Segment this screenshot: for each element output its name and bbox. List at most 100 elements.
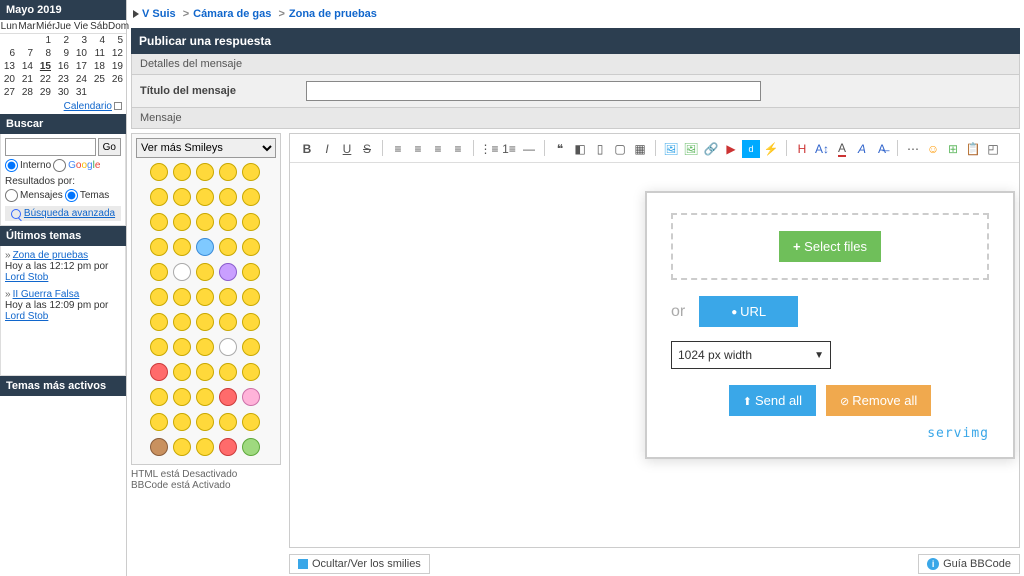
smiley-icon[interactable] bbox=[196, 388, 214, 406]
align-center-button[interactable]: ≡ bbox=[409, 140, 427, 158]
smiley-icon[interactable] bbox=[242, 163, 260, 181]
smiley-icon[interactable] bbox=[173, 388, 191, 406]
paste-button[interactable]: 📋 bbox=[964, 140, 982, 158]
bc-link[interactable]: Zona de pruebas bbox=[289, 8, 377, 20]
smiley-icon[interactable] bbox=[196, 188, 214, 206]
toggle-smilies-button[interactable]: Ocultar/Ver los smilies bbox=[289, 554, 430, 574]
bold-button[interactable]: B bbox=[298, 140, 316, 158]
smiley-icon[interactable] bbox=[150, 438, 168, 456]
fontfamily-button[interactable]: A bbox=[853, 140, 871, 158]
topic-link[interactable]: Zona de pruebas bbox=[13, 250, 89, 261]
smiley-icon[interactable] bbox=[242, 313, 260, 331]
title-input[interactable] bbox=[306, 81, 761, 101]
smiley-icon[interactable] bbox=[150, 238, 168, 256]
bc-link[interactable]: Cámara de gas bbox=[193, 8, 271, 20]
hr-button[interactable]: — bbox=[520, 140, 538, 158]
smiley-icon[interactable] bbox=[196, 338, 214, 356]
url-button[interactable]: URL bbox=[699, 296, 798, 327]
more-button[interactable]: ⋯ bbox=[904, 140, 922, 158]
calendar-link[interactable]: Calendario bbox=[64, 101, 112, 112]
smiley-icon[interactable] bbox=[219, 413, 237, 431]
topic-link[interactable]: II Guerra Falsa bbox=[13, 289, 80, 300]
date-button[interactable]: ⊞ bbox=[944, 140, 962, 158]
smiley-icon[interactable] bbox=[196, 288, 214, 306]
smiley-icon[interactable] bbox=[196, 213, 214, 231]
smiley-icon[interactable] bbox=[242, 338, 260, 356]
results-topics[interactable] bbox=[65, 189, 78, 202]
smiley-icon[interactable] bbox=[219, 338, 237, 356]
search-scope-interno[interactable] bbox=[5, 159, 18, 172]
hidden-button[interactable]: ▢ bbox=[611, 140, 629, 158]
smiley-icon[interactable] bbox=[242, 238, 260, 256]
select-files-button[interactable]: Select files bbox=[779, 231, 881, 262]
smiley-icon[interactable] bbox=[219, 188, 237, 206]
results-messages[interactable] bbox=[5, 189, 18, 202]
search-scope-google[interactable] bbox=[53, 159, 66, 172]
smiley-icon[interactable] bbox=[219, 438, 237, 456]
list-ul-button[interactable]: ⋮≡ bbox=[480, 140, 498, 158]
smiley-icon[interactable] bbox=[219, 163, 237, 181]
bc-link[interactable]: V Suis bbox=[142, 8, 176, 20]
list-ol-button[interactable]: 1≡ bbox=[500, 140, 518, 158]
bbcode-guide-button[interactable]: iGuía BBCode bbox=[918, 554, 1020, 574]
smiley-icon[interactable] bbox=[242, 288, 260, 306]
smiley-icon[interactable] bbox=[173, 438, 191, 456]
smiley-icon[interactable] bbox=[173, 238, 191, 256]
smiley-icon[interactable] bbox=[219, 213, 237, 231]
align-justify-button[interactable]: ≡ bbox=[449, 140, 467, 158]
code-button[interactable]: ◧ bbox=[571, 140, 589, 158]
host-image-button[interactable]: 🖼 bbox=[662, 140, 680, 158]
smiley-icon[interactable] bbox=[242, 263, 260, 281]
smiley-icon[interactable] bbox=[196, 263, 214, 281]
italic-button[interactable]: I bbox=[318, 140, 336, 158]
smiley-icon[interactable] bbox=[150, 263, 168, 281]
go-button[interactable]: Go bbox=[98, 138, 121, 156]
smiley-icon[interactable] bbox=[150, 213, 168, 231]
smiley-icon[interactable] bbox=[173, 163, 191, 181]
smiley-icon[interactable] bbox=[173, 288, 191, 306]
smiley-icon[interactable] bbox=[173, 213, 191, 231]
smiley-icon[interactable] bbox=[150, 163, 168, 181]
user-link[interactable]: Lord Stob bbox=[5, 272, 48, 283]
quote-button[interactable]: ❝ bbox=[551, 140, 569, 158]
smiley-icon[interactable] bbox=[150, 338, 168, 356]
emoji-button[interactable]: ☺ bbox=[924, 140, 942, 158]
smiley-icon[interactable] bbox=[242, 388, 260, 406]
width-select[interactable]: 1024 px width▼ bbox=[671, 341, 831, 369]
smiley-icon[interactable] bbox=[242, 438, 260, 456]
advanced-search-link[interactable]: Búsqueda avanzada bbox=[24, 208, 115, 219]
smiley-icon[interactable] bbox=[173, 338, 191, 356]
smiley-icon[interactable] bbox=[219, 363, 237, 381]
smiley-icon[interactable] bbox=[150, 313, 168, 331]
link-button[interactable]: 🔗 bbox=[702, 140, 720, 158]
smiley-icon[interactable] bbox=[219, 263, 237, 281]
youtube-button[interactable]: ▶ bbox=[722, 140, 740, 158]
header-button[interactable]: H bbox=[793, 140, 811, 158]
smiley-icon[interactable] bbox=[173, 363, 191, 381]
remove-all-button[interactable]: ⊘ Remove all bbox=[826, 385, 931, 416]
table-button[interactable]: ▦ bbox=[631, 140, 649, 158]
spoiler-button[interactable]: ▯ bbox=[591, 140, 609, 158]
smiley-icon[interactable] bbox=[173, 263, 191, 281]
smiley-icon[interactable] bbox=[242, 413, 260, 431]
dailymotion-button[interactable]: d bbox=[742, 140, 760, 158]
smiley-icon[interactable] bbox=[196, 413, 214, 431]
smiley-icon[interactable] bbox=[219, 388, 237, 406]
removefmt-button[interactable]: A̶ bbox=[873, 140, 891, 158]
smiley-icon[interactable] bbox=[196, 363, 214, 381]
smiley-icon[interactable] bbox=[196, 313, 214, 331]
smiley-icon[interactable] bbox=[173, 413, 191, 431]
smiley-icon[interactable] bbox=[150, 363, 168, 381]
smiley-icon[interactable] bbox=[150, 413, 168, 431]
editor-body[interactable]: Select files or URL 1024 px width▼ ⬆ Sen… bbox=[290, 163, 1019, 547]
strike-button[interactable]: S bbox=[358, 140, 376, 158]
align-left-button[interactable]: ≡ bbox=[389, 140, 407, 158]
user-link[interactable]: Lord Stob bbox=[5, 311, 48, 322]
dropzone[interactable]: Select files bbox=[671, 213, 989, 280]
smiley-icon[interactable] bbox=[196, 438, 214, 456]
smiley-icon[interactable] bbox=[242, 213, 260, 231]
fontsize-button[interactable]: A↕ bbox=[813, 140, 831, 158]
image-button[interactable]: 🖼 bbox=[682, 140, 700, 158]
smiley-icon[interactable] bbox=[173, 188, 191, 206]
smiley-icon[interactable] bbox=[242, 188, 260, 206]
